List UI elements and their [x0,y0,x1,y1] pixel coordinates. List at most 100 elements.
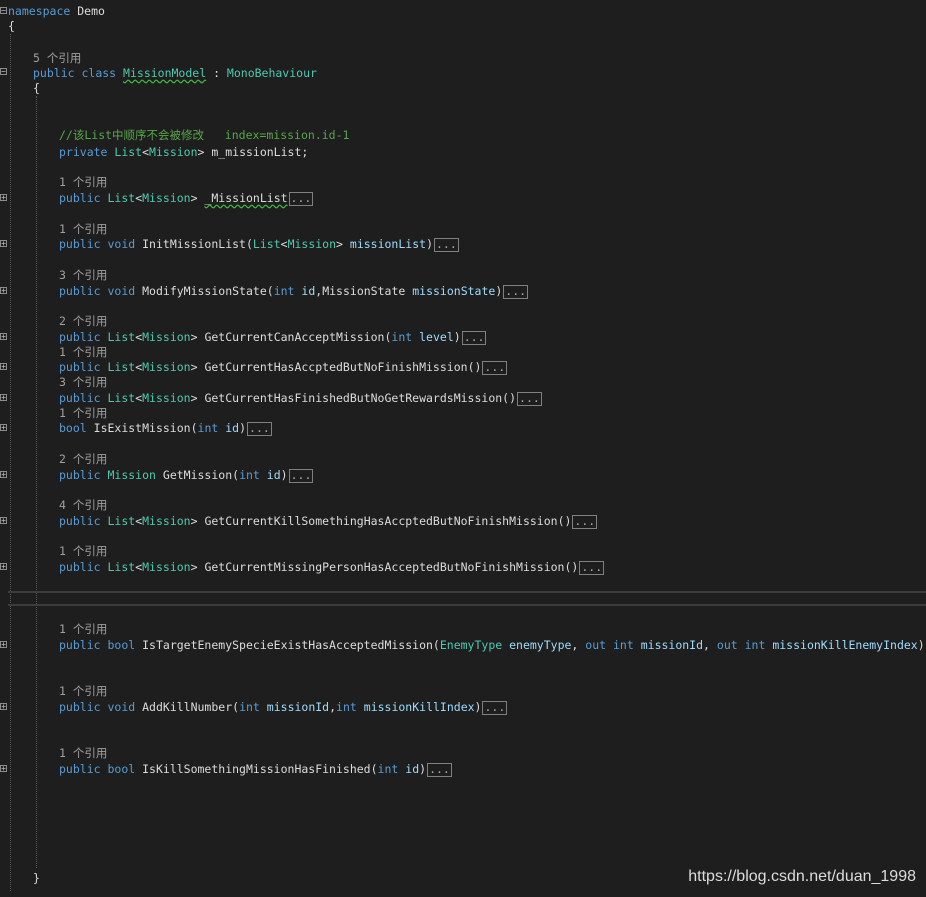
parameter: missionKillIndex [363,700,475,714]
keyword: public [59,700,101,714]
expand-member-icon[interactable]: + [0,333,7,341]
member-name: ModifyMissionState [142,284,267,298]
code-lens-references[interactable]: 4 个引用 [59,498,107,512]
type: List [107,560,136,574]
collapsed-block-marker[interactable]: ... [482,700,508,715]
keyword: void [107,284,136,298]
keyword: bool [107,638,136,652]
parameter: missionKillEnemyIndex [772,638,918,652]
expand-member-icon[interactable]: + [0,563,7,571]
code-lens-references[interactable]: 3 个引用 [59,268,107,282]
collapsed-block-marker[interactable]: ... [288,191,314,206]
expand-member-icon[interactable]: + [0,471,7,479]
keyword: int [239,700,260,714]
namespace-name: Demo [77,4,105,18]
code-lens-references[interactable]: 1 个引用 [59,222,107,236]
member-declaration[interactable]: public List<Mission> GetCurrentHasFinish… [59,391,542,406]
member-declaration[interactable]: public bool IsTargetEnemySpecieExistHasA… [59,638,926,653]
type: Mission [107,468,156,482]
keyword: public [59,468,101,482]
code-lens-references[interactable]: 5 个引用 [33,51,81,65]
collapsed-block-marker[interactable]: ... [517,391,542,406]
member-name: GetCurrentMissingPersonHasAcceptedButNoF… [204,560,565,574]
code-lens-references[interactable]: 1 个引用 [59,684,107,698]
member-declaration[interactable]: public List<Mission> GetCurrentKillSomet… [59,514,598,529]
code-lens-references[interactable]: 1 个引用 [59,544,107,558]
keyword: public [59,638,101,652]
expand-member-icon[interactable]: + [0,641,7,649]
expand-member-icon[interactable]: + [0,703,7,711]
type: List [107,514,136,528]
field-name: m_missionList; [211,145,309,159]
class-close-brace: } [33,871,40,885]
collapsed-block-marker[interactable]: ... [434,237,459,252]
keyword: public [59,237,101,251]
member-declaration[interactable]: public void AddKillNumber(int missionId,… [59,700,508,715]
member-name: GetCurrentHasFinishedButNoGetRewardsMiss… [204,391,503,405]
collapsed-block-marker[interactable]: ... [572,514,598,529]
collapsed-block-marker[interactable]: ... [461,330,487,345]
keyword: public [59,560,101,574]
keyword: bool [59,421,87,435]
code-lens-references[interactable]: 2 个引用 [59,452,107,466]
member-declaration[interactable]: public void ModifyMissionState(int id,Mi… [59,284,529,299]
member-declaration[interactable]: public List<Mission> GetCurrentHasAccpte… [59,360,508,375]
indent-guide [10,34,11,891]
parameter: id [266,468,281,482]
collapse-class-icon[interactable]: − [0,68,7,76]
collapsed-block-marker[interactable]: ... [482,360,508,375]
collapsed-block-marker[interactable]: ... [503,284,529,299]
keyword: int [377,762,399,776]
code-lens-references[interactable]: 1 个引用 [59,406,107,420]
keyword: bool [107,762,136,776]
code-lens-references[interactable]: 1 个引用 [59,622,107,636]
type: List [107,330,136,344]
expand-member-icon[interactable]: + [0,240,7,248]
keyword: public [33,66,75,80]
member-name: IsExistMission [93,421,191,435]
watermark: https://blog.csdn.net/duan_1998 [688,868,916,885]
code-lens-references[interactable]: 1 个引用 [59,345,107,359]
type: Mission [142,560,191,574]
code-lens-references[interactable]: 2 个引用 [59,314,107,328]
member-declaration[interactable]: public Mission GetMission(int id)... [59,468,314,483]
type: MissionState [322,284,406,298]
parameter: enemyType [509,638,572,652]
member-declaration[interactable]: public List<Mission> _MissionList... [59,191,314,206]
keyword: void [107,700,136,714]
member-declaration[interactable]: public List<Mission> GetCurrentMissingPe… [59,560,605,575]
class-declaration[interactable]: public class MissionModel : MonoBehaviou… [33,66,317,80]
type: List [114,145,143,159]
member-name: GetCurrentHasAccptedButNoFinishMission [204,360,468,374]
member-declaration[interactable]: bool IsExistMission(int id)... [59,421,272,436]
collapse-namespace-icon[interactable]: − [0,7,7,15]
collapsed-block-marker[interactable]: ... [579,560,605,575]
collapsed-block-marker[interactable]: ... [288,468,314,483]
keyword: public [59,284,101,298]
expand-member-icon[interactable]: + [0,394,7,402]
member-declaration[interactable]: public List<Mission> GetCurrentCanAccept… [59,330,487,345]
keyword: int [273,284,295,298]
collapsed-block-marker[interactable]: ... [427,762,452,777]
expand-member-icon[interactable]: + [0,363,7,371]
expand-member-icon[interactable]: + [0,194,7,202]
type: Mission [142,191,191,205]
expand-member-icon[interactable]: + [0,517,7,525]
type: Mission [142,514,191,528]
class-name: MissionModel [123,66,207,80]
keyword: private [59,145,108,159]
field-declaration[interactable]: private List<Mission> m_missionList; [59,145,308,159]
code-lens-references[interactable]: 1 个引用 [59,746,107,760]
namespace-line[interactable]: namespace Demo [8,4,105,18]
parameter: id [405,762,420,776]
editor-gutter: − − + + + + + + + + + + + + + [0,0,8,897]
code-lens-references[interactable]: 1 个引用 [59,175,107,189]
type: List [107,191,136,205]
member-declaration[interactable]: public void InitMissionList(List<Mission… [59,237,459,252]
collapsed-block-marker[interactable]: ... [247,421,272,436]
expand-member-icon[interactable]: + [0,765,7,773]
expand-member-icon[interactable]: + [0,424,7,432]
expand-member-icon[interactable]: + [0,287,7,295]
member-declaration[interactable]: public bool IsKillSomethingMissionHasFin… [59,762,452,777]
code-lens-references[interactable]: 3 个引用 [59,375,107,389]
